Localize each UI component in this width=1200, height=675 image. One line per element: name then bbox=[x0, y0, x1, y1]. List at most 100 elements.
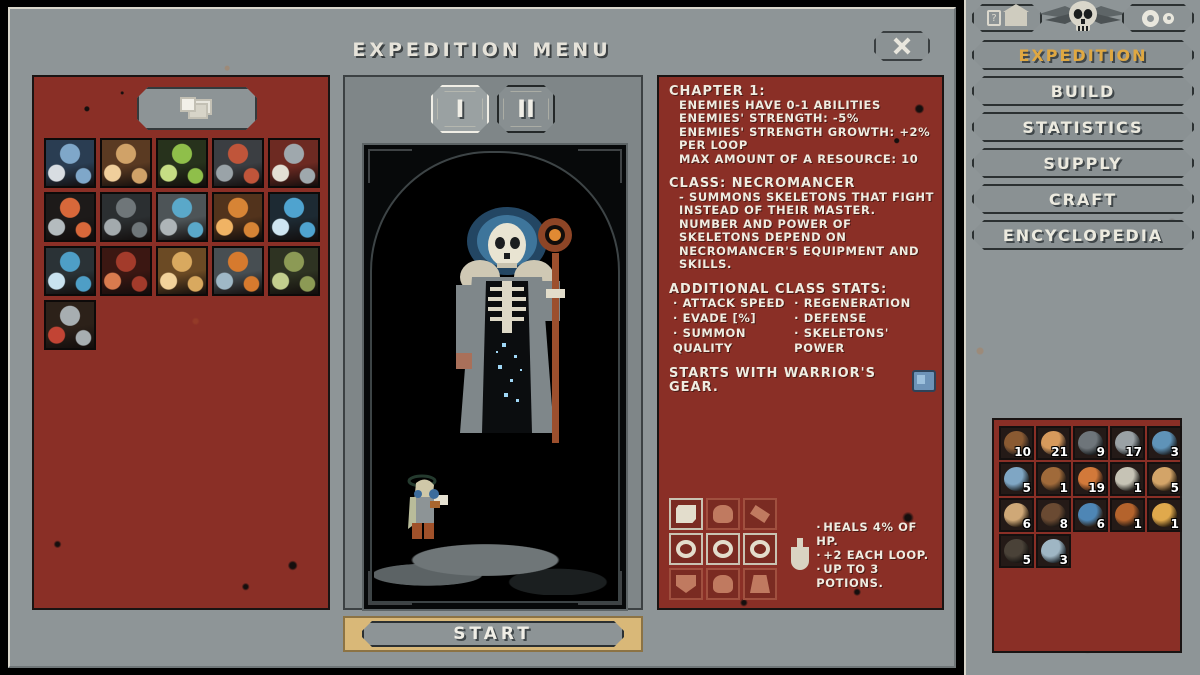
card-stack-icon bbox=[180, 97, 214, 121]
class-stats-column-a: ATTACK SPEED EVADE [%] SUMMON QUALITY bbox=[673, 296, 790, 356]
card-tile-battle-camp[interactable] bbox=[212, 246, 264, 296]
card-tile-mausoleum[interactable] bbox=[44, 300, 96, 350]
stable-metal-resource[interactable]: 5 bbox=[999, 462, 1034, 496]
deck-tab-button[interactable] bbox=[137, 87, 257, 130]
ring-left-slot[interactable] bbox=[669, 533, 703, 565]
potion-notes: HEALS 4% OF HP. +2 EACH LOOP. UP TO 3 PO… bbox=[816, 520, 934, 590]
corner-flourish-icon bbox=[368, 149, 412, 183]
boulder-resource[interactable]: 17 bbox=[1110, 426, 1145, 460]
class-stat: REGENERATION bbox=[794, 296, 936, 311]
card-tile-rocks[interactable] bbox=[100, 192, 152, 242]
starting-gear-text: STARTS WITH WARRIOR'S GEAR. bbox=[669, 366, 876, 395]
orb-of-immortality[interactable]: 19 bbox=[1073, 462, 1108, 496]
bone-resource[interactable]: 1 bbox=[1110, 462, 1145, 496]
ring-right-slot[interactable] bbox=[743, 533, 777, 565]
chapter-line: ENEMIES HAVE 0-1 ABILITIES bbox=[679, 97, 881, 112]
weapon-slot[interactable] bbox=[706, 533, 740, 565]
card-tile-mountain[interactable] bbox=[156, 192, 208, 242]
sidebar-item-craft[interactable]: CRAFT bbox=[972, 184, 1194, 214]
ring-icon bbox=[676, 540, 696, 558]
coal-resource[interactable]: 5 bbox=[999, 534, 1034, 568]
class-description: - SUMMONS SKELETONS THAT FIGHT INSTEAD O… bbox=[679, 189, 935, 271]
armor-slot[interactable] bbox=[706, 568, 740, 600]
corner-flourish-icon bbox=[578, 149, 622, 183]
potion-note: HEALS 4% OF HP. bbox=[816, 520, 934, 548]
winged-skull-emblem bbox=[1039, 1, 1127, 31]
resource-count: 17 bbox=[1125, 445, 1142, 459]
sidebar-item-label: ENCYCLOPEDIA bbox=[1002, 225, 1164, 245]
chapter-tab-1[interactable]: I bbox=[431, 85, 489, 133]
class-stat: DEFENSE bbox=[794, 311, 936, 326]
scroll-icon bbox=[676, 505, 696, 523]
card-tile-sand-dunes[interactable] bbox=[100, 138, 152, 188]
help-home-button[interactable]: ? bbox=[972, 4, 1042, 32]
card-tile-temple[interactable] bbox=[212, 138, 264, 188]
card-tile-ice-cave[interactable] bbox=[44, 246, 96, 296]
chapter-line: MAX AMOUNT OF A RESOURCE: 10 bbox=[679, 151, 919, 166]
hero-walking-sprite bbox=[407, 474, 448, 539]
iron-ring-resource[interactable]: 8 bbox=[1036, 498, 1071, 532]
portrait-frame bbox=[362, 143, 628, 611]
boots-slot[interactable] bbox=[743, 568, 777, 600]
card-tile-lich[interactable] bbox=[44, 138, 96, 188]
card-grid bbox=[44, 138, 324, 350]
resource-count: 1 bbox=[1133, 481, 1142, 495]
sidebar-item-encyclopedia[interactable]: ENCYCLOPEDIA bbox=[972, 220, 1194, 250]
insect-resource[interactable]: 1 bbox=[1110, 498, 1145, 532]
card-tile-wheat-field[interactable] bbox=[156, 246, 208, 296]
card-tile-autumn-tree[interactable] bbox=[212, 192, 264, 242]
food-rations-resource[interactable]: 21 bbox=[1036, 426, 1071, 460]
necromancer-portrait bbox=[456, 207, 572, 443]
gold-orb-resource[interactable]: 1 bbox=[1147, 498, 1182, 532]
sidebar: ? EXPEDITION BUILD STATISTICS SUPPLY CRAFT EN… bbox=[964, 0, 1200, 675]
card-tile-grove[interactable] bbox=[156, 138, 208, 188]
card-tile-frozen-monolith[interactable] bbox=[268, 192, 320, 242]
helmet-slot[interactable] bbox=[669, 498, 703, 530]
card-tile-smoke-tower[interactable] bbox=[44, 192, 96, 242]
card-tile-thicket[interactable] bbox=[268, 246, 320, 296]
potion-icon bbox=[789, 538, 809, 572]
ring-icon bbox=[750, 540, 770, 558]
card-tile-blood-fields[interactable] bbox=[100, 246, 152, 296]
class-stat: EVADE [%] bbox=[673, 311, 790, 326]
amulet-slot[interactable] bbox=[706, 498, 740, 530]
potion-note: +2 EACH LOOP. bbox=[816, 548, 934, 562]
chapter-line: ENEMIES' STRENGTH GROWTH: +2% PER LOOP bbox=[679, 124, 931, 152]
shield-slot[interactable] bbox=[669, 568, 703, 600]
potion-note: UP TO 3 POTIONS. bbox=[816, 562, 934, 590]
sidebar-item-build[interactable]: BUILD bbox=[972, 76, 1194, 106]
potion-info: HEALS 4% OF HP. +2 EACH LOOP. UP TO 3 PO… bbox=[789, 498, 934, 590]
close-button[interactable] bbox=[874, 31, 930, 61]
chapter-line: ENEMIES' STRENGTH: -5% bbox=[679, 111, 859, 125]
house-icon bbox=[1005, 11, 1027, 26]
question-icon: ? bbox=[987, 10, 1001, 26]
gear-icon bbox=[1142, 10, 1159, 27]
orb-resource[interactable]: 6 bbox=[1073, 498, 1108, 532]
resource-count: 21 bbox=[1051, 445, 1068, 459]
sidebar-item-statistics[interactable]: STATISTICS bbox=[972, 112, 1194, 142]
marble-orb-resource[interactable]: 3 bbox=[1036, 534, 1071, 568]
class-stat: SUMMON QUALITY bbox=[673, 326, 790, 356]
settings-button[interactable] bbox=[1122, 4, 1194, 32]
sidebar-item-expedition[interactable]: EXPEDITION bbox=[972, 40, 1194, 70]
resource-count: 6 bbox=[1096, 517, 1105, 531]
class-heading: CLASS: NECROMANCER bbox=[669, 176, 856, 191]
cloak-slot[interactable] bbox=[743, 498, 777, 530]
stone-resource[interactable]: 9 bbox=[1073, 426, 1108, 460]
class-stats: ATTACK SPEED EVADE [%] SUMMON QUALITY RE… bbox=[669, 296, 936, 356]
card-tile-bone-shrine[interactable] bbox=[268, 138, 320, 188]
chapter-heading: CHAPTER 1: bbox=[669, 84, 766, 99]
scroll-resource[interactable]: 6 bbox=[999, 498, 1034, 532]
card-deck-panel bbox=[32, 75, 330, 610]
metal-ore-resource[interactable]: 3 bbox=[1147, 426, 1182, 460]
chapter-tab-2[interactable]: II bbox=[497, 85, 555, 133]
shield-icon bbox=[676, 575, 696, 593]
resource-count: 5 bbox=[1170, 481, 1179, 495]
start-button[interactable]: START bbox=[343, 616, 643, 652]
branches-resource[interactable]: 1 bbox=[1036, 462, 1071, 496]
sidebar-item-supply[interactable]: SUPPLY bbox=[972, 148, 1194, 178]
chapter-tab-label: II bbox=[517, 95, 535, 123]
sidebar-top-bar: ? bbox=[966, 0, 1200, 34]
book-resource[interactable]: 5 bbox=[1147, 462, 1182, 496]
wood-resource[interactable]: 10 bbox=[999, 426, 1034, 460]
